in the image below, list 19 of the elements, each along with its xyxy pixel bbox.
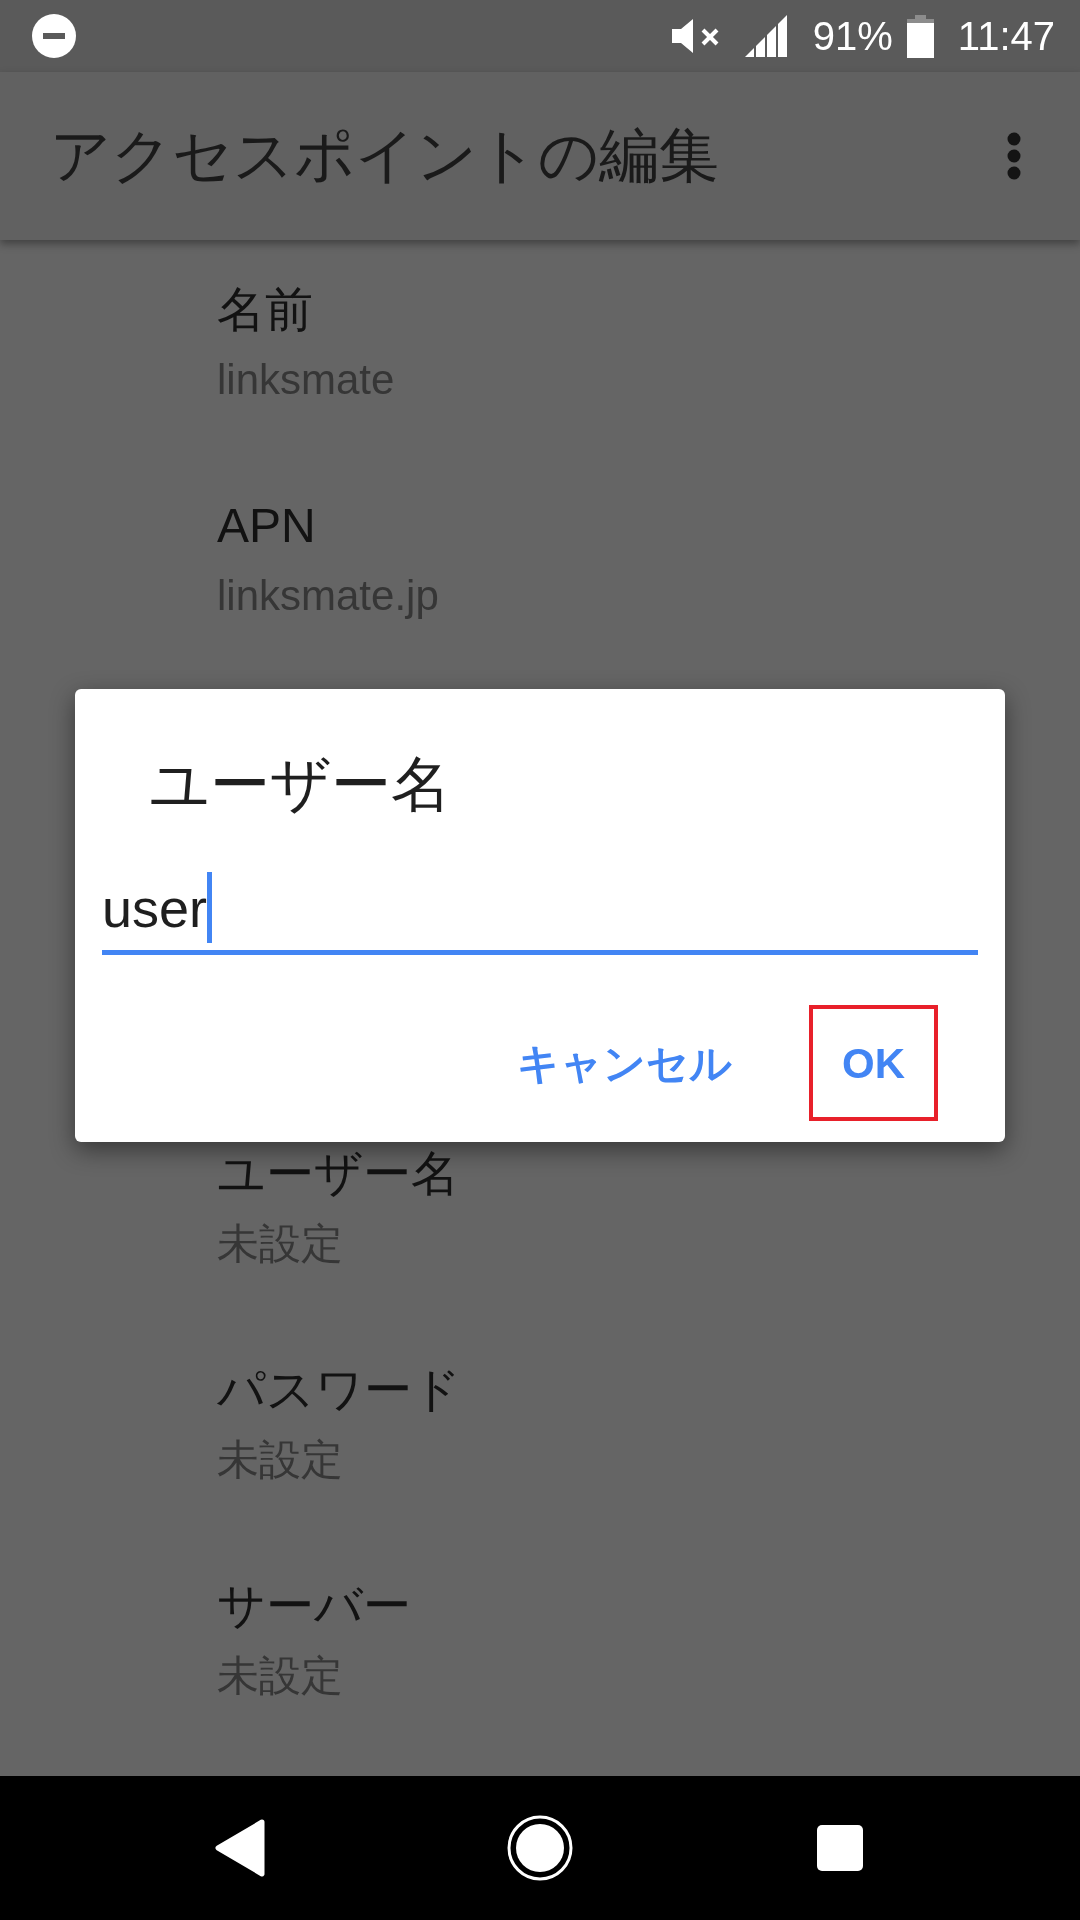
home-circle-icon[interactable] xyxy=(507,1815,573,1881)
battery-icon xyxy=(906,14,934,58)
dialog-button[interactable]: OK xyxy=(809,1005,938,1121)
text-input-field[interactable]: user xyxy=(102,865,978,955)
signal-icon xyxy=(744,15,787,57)
setting-label: サーバー xyxy=(217,1578,411,1634)
setting-label: 名前 xyxy=(217,282,313,338)
dialog-title: ユーザー名 xyxy=(149,750,451,820)
back-triangle-icon[interactable] xyxy=(215,1819,265,1877)
setting-label: ユーザー名 xyxy=(217,1146,459,1202)
dialog-button[interactable]: キャンセル xyxy=(497,1005,752,1121)
minus-circle-icon xyxy=(32,14,76,58)
three-dots-menu-icon[interactable] xyxy=(1007,132,1021,180)
setting-label: パスワード xyxy=(217,1362,461,1418)
battery-percentage: 91% xyxy=(812,13,893,60)
text-cursor-icon xyxy=(207,872,213,943)
setting-label: APN xyxy=(217,498,316,554)
clock-time: 11:47 xyxy=(957,13,1055,60)
screen-title: アクセスポイントの編集 xyxy=(50,121,719,191)
